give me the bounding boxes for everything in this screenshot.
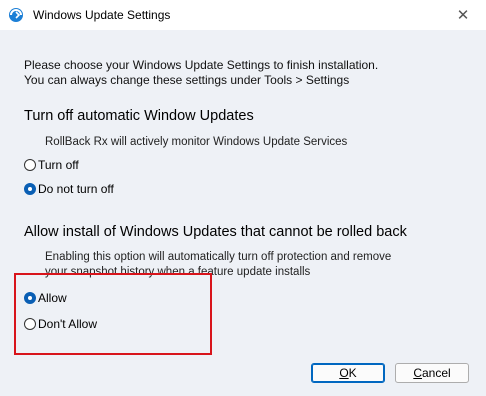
dialog-content: Please choose your Windows Update Settin… [0, 30, 486, 396]
radio-button-checked[interactable] [24, 183, 36, 195]
close-button[interactable]: ✕ [440, 0, 486, 30]
section-allow-install-title: Allow install of Windows Updates that ca… [24, 224, 407, 240]
window-title: Windows Update Settings [33, 8, 171, 22]
close-icon: ✕ [456, 7, 470, 24]
section-auto-updates-title: Turn off automatic Window Updates [24, 108, 254, 124]
radio-button-unchecked[interactable] [24, 159, 36, 171]
radio-do-not-turn-off-label: Do not turn off [38, 182, 114, 196]
ok-button[interactable]: OK [311, 363, 385, 383]
radio-do-not-turn-off[interactable]: Do not turn off [24, 181, 114, 197]
radio-turn-off[interactable]: Turn off [24, 157, 79, 173]
windows-update-settings-dialog: Windows Update Settings ✕ Please choose … [0, 0, 486, 396]
red-highlight-annotation [14, 273, 212, 355]
intro-text: Please choose your Windows Update Settin… [24, 58, 378, 88]
section-auto-updates-description: RollBack Rx will actively monitor Window… [45, 136, 348, 148]
cancel-button[interactable]: Cancel [395, 363, 469, 383]
title-bar: Windows Update Settings ✕ [0, 0, 486, 30]
intro-line-2: You can always change these settings und… [24, 73, 350, 87]
ok-label-rest: K [348, 366, 357, 380]
app-logo-icon [9, 8, 23, 22]
ok-accelerator: O [339, 366, 349, 380]
intro-line-1: Please choose your Windows Update Settin… [24, 58, 379, 72]
cancel-label-rest: ancel [421, 366, 451, 380]
radio-turn-off-label: Turn off [38, 158, 79, 172]
description-line-1: Enabling this option will automatically … [45, 251, 392, 263]
cancel-accelerator: C [413, 366, 422, 380]
